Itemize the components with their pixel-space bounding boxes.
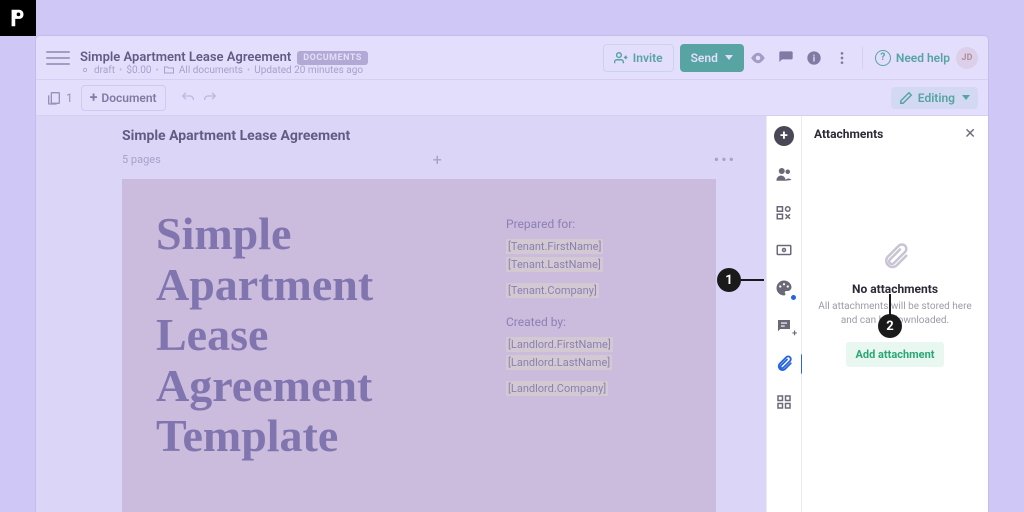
token-tenant-last[interactable]: [Tenant.LastName]	[506, 257, 603, 272]
design-icon[interactable]	[772, 276, 796, 300]
invite-button[interactable]: Invite	[603, 44, 674, 72]
plus-icon: +	[90, 90, 98, 106]
attachments-icon[interactable]	[772, 352, 796, 376]
token-landlord-last[interactable]: [Landlord.LastName]	[506, 355, 612, 370]
apps-icon[interactable]	[772, 390, 796, 414]
no-attachments-label: No attachments	[852, 282, 938, 296]
page-more-icon[interactable]: •••	[714, 150, 736, 169]
prepared-for-label: Prepared for:	[506, 217, 682, 231]
variables-icon[interactable]	[772, 200, 796, 224]
top-bar: Simple Apartment Lease Agreement DOCUMEN…	[36, 36, 988, 80]
need-help-button[interactable]: ? Need help	[875, 50, 950, 66]
updated-time: Updated 20 minutes ago	[254, 65, 363, 76]
price: $0.00	[126, 65, 151, 76]
question-icon: ?	[875, 50, 891, 66]
breadcrumb: draft • $0.00 • All documents • Updated …	[80, 64, 363, 76]
avatar[interactable]: JD	[956, 47, 978, 69]
document-title: Simple Apartment Lease Agreement	[80, 50, 291, 65]
page-title: Simple Apartment Lease Agreement	[122, 128, 766, 144]
attachments-panel: Attachments ✕ No attachments All attachm…	[802, 116, 988, 512]
documents-badge: DOCUMENTS	[297, 51, 368, 65]
close-icon[interactable]: ✕	[964, 126, 976, 142]
chevron-down-icon	[962, 95, 970, 100]
more-icon[interactable]	[828, 44, 856, 72]
undo-icon[interactable]	[180, 90, 196, 106]
brand-logo	[0, 0, 36, 36]
send-button[interactable]: Send	[680, 44, 744, 72]
visibility-icon[interactable]	[744, 44, 772, 72]
editing-mode-button[interactable]: Editing	[891, 87, 978, 109]
token-tenant-company[interactable]: [Tenant.Company]	[506, 283, 599, 298]
comment-icon[interactable]	[772, 44, 800, 72]
callout-1-line	[741, 279, 764, 281]
document-page[interactable]: Simple Apartment Lease Agreement Templat…	[122, 179, 716, 512]
menu-icon[interactable]	[46, 46, 70, 70]
callout-2-line	[889, 294, 891, 315]
page-count: 5 pages	[122, 153, 161, 166]
chevron-down-icon	[725, 55, 733, 60]
document-canvas[interactable]: Simple Apartment Lease Agreement 5 pages…	[36, 116, 766, 512]
info-icon[interactable]: i	[800, 44, 828, 72]
add-page-button[interactable]: +	[161, 150, 714, 169]
toolbar: 1 + Document Editing	[36, 80, 988, 116]
redo-icon[interactable]	[202, 90, 218, 106]
add-document-button[interactable]: + Document	[81, 85, 166, 111]
token-landlord-company[interactable]: [Landlord.Company]	[506, 381, 608, 396]
people-icon[interactable]	[772, 162, 796, 186]
callout-1: 1	[717, 268, 741, 292]
doc-count[interactable]: 1	[46, 90, 73, 106]
add-attachment-button[interactable]: Add attachment	[846, 342, 945, 367]
token-landlord-first[interactable]: [Landlord.FirstName]	[506, 337, 613, 352]
callout-2: 2	[878, 314, 902, 338]
token-tenant-first[interactable]: [Tenant.FirstName]	[506, 239, 603, 254]
doc-heading: Simple Apartment Lease Agreement Templat…	[156, 209, 476, 512]
folder-link[interactable]: All documents	[179, 65, 243, 76]
panel-title: Attachments	[814, 127, 883, 141]
add-section-icon[interactable]: +	[772, 124, 796, 148]
right-rail: + +	[766, 116, 802, 512]
paperclip-icon	[880, 242, 910, 272]
status-draft: draft	[94, 65, 115, 76]
svg-text:i: i	[813, 53, 815, 64]
messaging-icon[interactable]: +	[772, 314, 796, 338]
pricing-icon[interactable]	[772, 238, 796, 262]
created-by-label: Created by:	[506, 315, 682, 329]
